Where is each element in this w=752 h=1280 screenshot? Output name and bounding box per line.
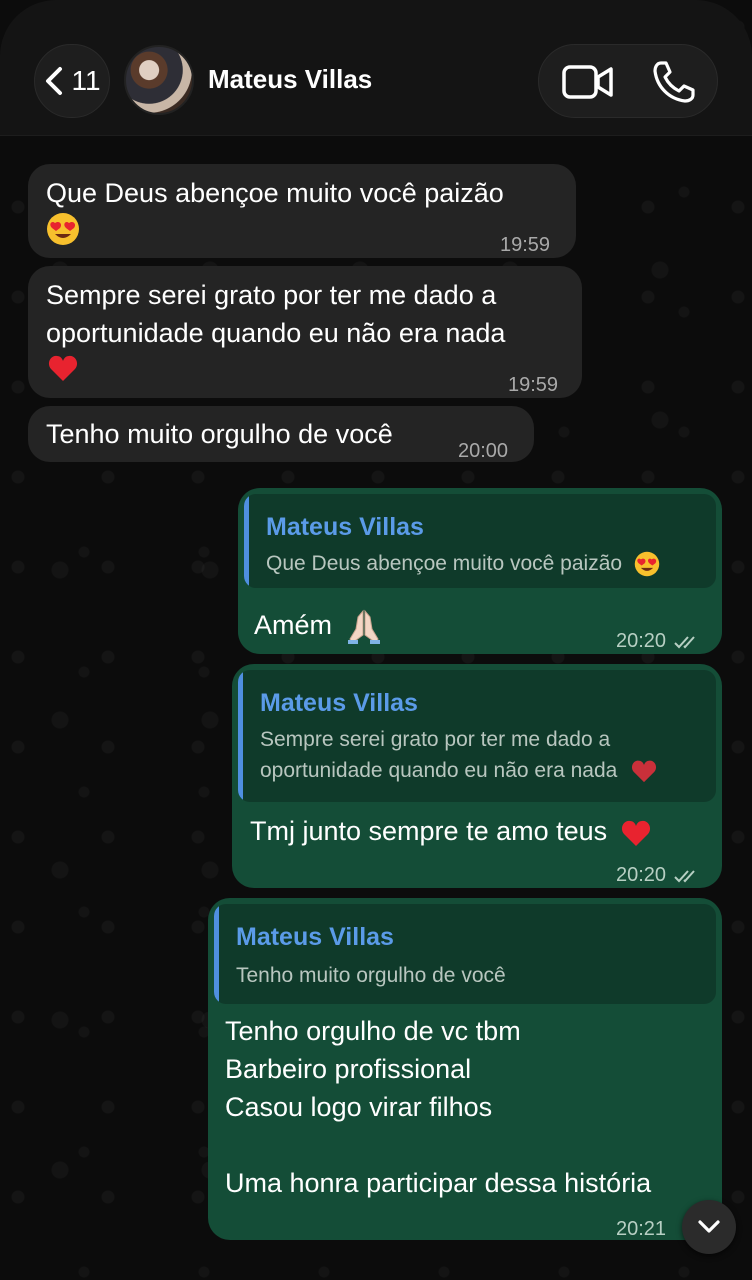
message-outgoing[interactable]: Mateus Villas Sempre serei grato por ter…	[232, 664, 722, 888]
double-check-icon	[673, 870, 695, 883]
message-time: 20:20	[616, 622, 702, 660]
quoted-author: Mateus Villas	[260, 689, 418, 717]
chevron-down-icon	[698, 1220, 720, 1233]
message-line: Barbeiro profissional	[225, 1054, 472, 1084]
message-time: 20:21	[616, 1218, 667, 1240]
quoted-author: Mateus Villas	[236, 923, 394, 951]
chevron-left-icon	[46, 67, 63, 95]
quoted-reply[interactable]: Mateus Villas Tenho muito orgulho de voc…	[214, 904, 716, 1004]
heart-eyes-emoji	[634, 552, 660, 577]
back-button[interactable]: 11	[34, 44, 110, 118]
red-heart-emoji	[621, 820, 650, 846]
unread-count: 11	[71, 65, 101, 96]
avatar[interactable]	[124, 45, 194, 115]
message-outgoing[interactable]: Mateus Villas Que Deus abençoe muito voc…	[238, 488, 722, 654]
message-line: Uma honra participar dessa história	[225, 1168, 652, 1198]
quoted-text-line: oportunidade quando eu não era nada	[260, 755, 657, 786]
quoted-text-line: Sempre serei grato por ter me dado a	[260, 728, 611, 751]
double-check-icon	[673, 636, 695, 649]
message-line: Tenho orgulho de vc tbm	[225, 1016, 521, 1046]
red-heart-emoji	[632, 761, 657, 783]
message-incoming[interactable]: Que Deus abençoe muito você paizão 19:59	[28, 164, 576, 258]
message-time: 19:59	[508, 374, 559, 396]
message-incoming[interactable]: Sempre serei grato por ter me dado a opo…	[28, 266, 582, 398]
message-text: Tmj junto sempre te amo teus	[250, 812, 651, 850]
chat-header: 11 Mateus Villas	[0, 0, 752, 136]
chat-screen: 11 Mateus Villas Que Deus abençoe muito …	[0, 0, 752, 1280]
message-text: Amém	[254, 606, 382, 645]
contact-name[interactable]: Mateus Villas	[208, 64, 372, 95]
video-call-icon[interactable]	[561, 61, 615, 103]
heart-eyes-emoji	[47, 213, 79, 245]
message-line: Sempre serei grato por ter me dado a	[46, 280, 497, 310]
message-outgoing[interactable]: Mateus Villas Tenho muito orgulho de voc…	[208, 898, 722, 1240]
scroll-to-bottom-button[interactable]	[682, 1200, 736, 1254]
message-time: 20:00	[458, 440, 509, 462]
message-line: Casou logo virar filhos	[225, 1092, 493, 1122]
quoted-reply[interactable]: Mateus Villas Que Deus abençoe muito voc…	[244, 494, 716, 588]
message-time: 20:20	[616, 856, 702, 894]
message-text: Que Deus abençoe muito você paizão	[46, 178, 504, 208]
quoted-text: Tenho muito orgulho de você	[236, 964, 506, 987]
message-time: 19:59	[500, 234, 551, 256]
quoted-text: Que Deus abençoe muito você paizão	[266, 548, 660, 579]
phone-icon[interactable]	[651, 59, 697, 105]
message-text: Tenho muito orgulho de você	[46, 419, 393, 449]
quoted-author: Mateus Villas	[266, 513, 424, 541]
quoted-reply[interactable]: Mateus Villas Sempre serei grato por ter…	[238, 670, 716, 802]
message-line: oportunidade quando eu não era nada	[46, 318, 506, 348]
call-actions	[538, 44, 718, 118]
praying-hands-emoji	[347, 609, 380, 644]
message-incoming[interactable]: Tenho muito orgulho de você 20:00	[28, 406, 534, 462]
red-heart-emoji	[48, 355, 78, 381]
